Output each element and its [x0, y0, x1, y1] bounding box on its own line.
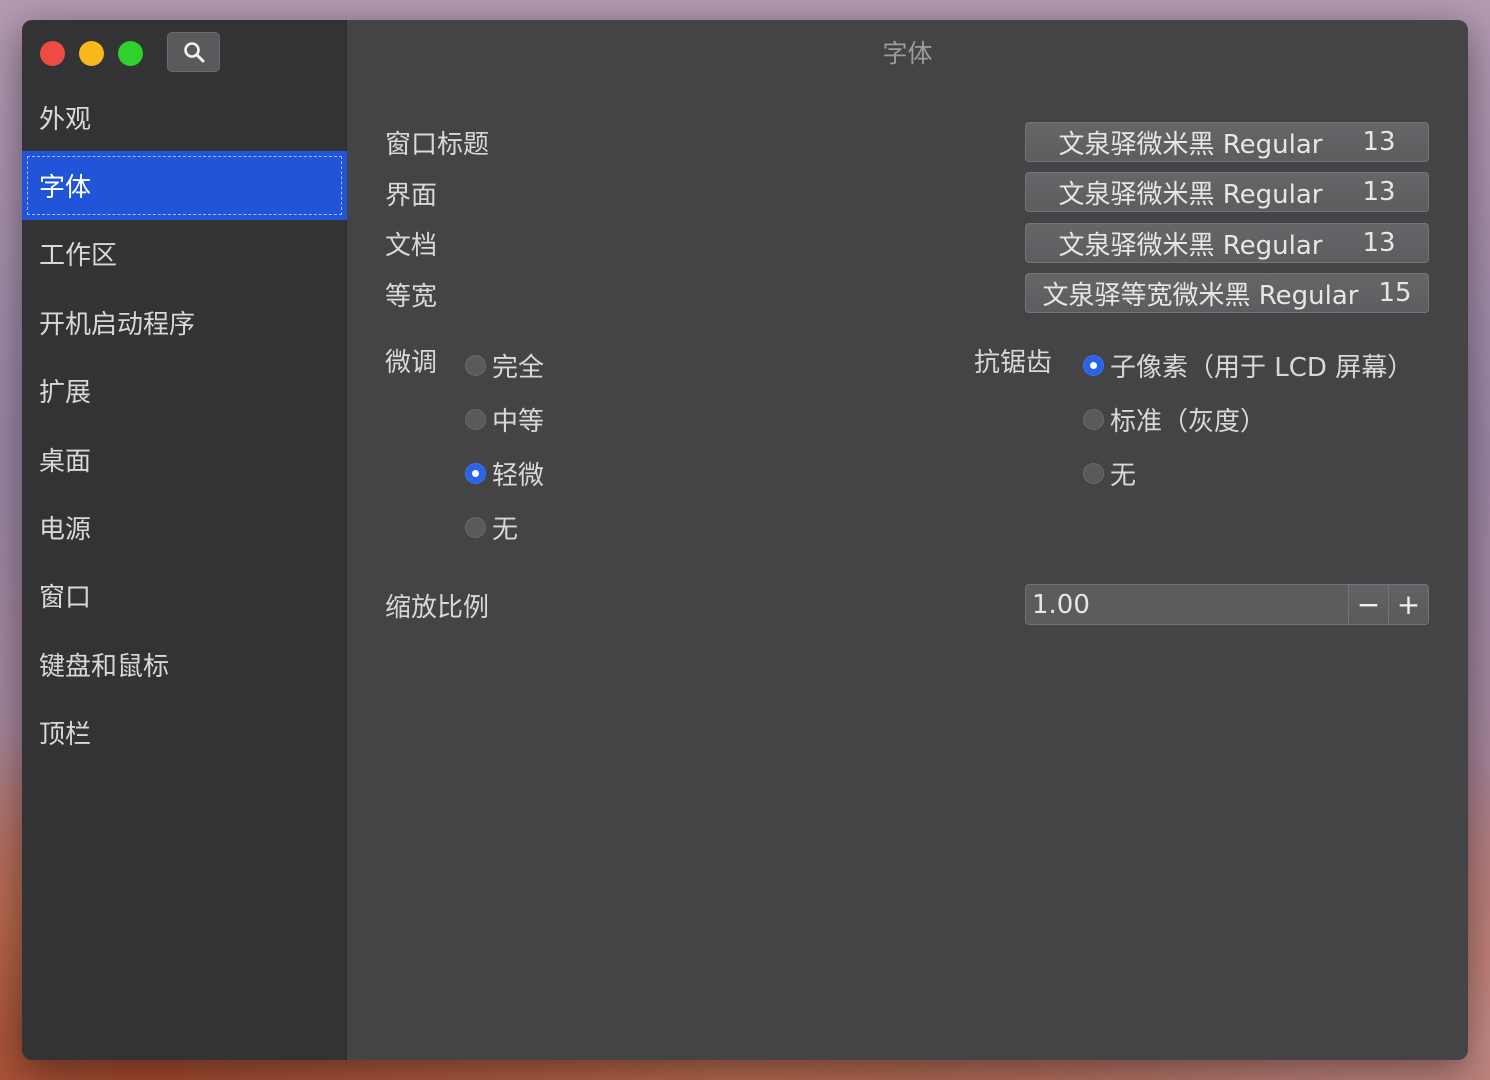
sidebar-item-top-bar[interactable]: 顶栏 [22, 699, 347, 767]
font-name: 文泉驿等宽微米黑 Regular [1042, 280, 1359, 311]
sidebar-item-power[interactable]: 电源 [22, 493, 347, 561]
close-button[interactable] [40, 41, 65, 66]
sidebar-item-label: 桌面 [39, 446, 92, 477]
sidebar: 外观 字体 工作区 开机启动程序 扩展 桌面 电源 窗口 键盘和鼠标 顶栏 [22, 20, 347, 1060]
font-name: 文泉驿微米黑 Regular [1058, 230, 1323, 261]
antialiasing-option-subpixel[interactable]: 子像素（用于 LCD 屏幕） [1083, 347, 1413, 384]
monospace-font-label: 等宽 [385, 282, 438, 312]
search-button[interactable] [167, 32, 220, 72]
radio-icon [1083, 409, 1104, 430]
sidebar-item-label: 外观 [39, 104, 92, 135]
hinting-option-full[interactable]: 完全 [465, 347, 544, 384]
radio-icon [1083, 463, 1104, 484]
font-size: 13 [1362, 127, 1396, 157]
radio-label: 轻微 [492, 461, 545, 491]
window-controls [40, 41, 143, 66]
window-title-font-label: 窗口标题 [385, 130, 490, 160]
decrement-button[interactable]: − [1348, 585, 1388, 624]
main-panel: 字体 窗口标题 文泉驿微米黑 Regular 13 界面 文泉驿微米黑 Regu… [347, 20, 1468, 1060]
radio-label: 无 [492, 515, 519, 545]
font-size: 15 [1378, 278, 1412, 308]
radio-selected-icon [465, 463, 486, 484]
scaling-factor-input[interactable]: 1.00 [1026, 585, 1348, 624]
antialiasing-label: 抗锯齿 [974, 348, 1053, 378]
radio-label: 标准（灰度） [1110, 407, 1267, 437]
search-icon [183, 42, 204, 63]
sidebar-item-label: 字体 [39, 173, 92, 204]
sidebar-item-workspaces[interactable]: 工作区 [22, 220, 347, 288]
sidebar-item-startup-applications[interactable]: 开机启动程序 [22, 288, 347, 356]
minimize-button[interactable] [79, 41, 104, 66]
monospace-font-button[interactable]: 文泉驿等宽微米黑 Regular 15 [1025, 273, 1429, 313]
font-size: 13 [1362, 177, 1396, 207]
hinting-option-none[interactable]: 无 [465, 509, 518, 546]
sidebar-item-label: 窗口 [39, 583, 92, 614]
radio-label: 中等 [492, 407, 545, 437]
scaling-factor-label: 缩放比例 [385, 593, 490, 623]
document-font-button[interactable]: 文泉驿微米黑 Regular 13 [1025, 223, 1429, 263]
tweaks-window: 外观 字体 工作区 开机启动程序 扩展 桌面 电源 窗口 键盘和鼠标 顶栏 字体… [22, 20, 1468, 1060]
sidebar-item-label: 开机启动程序 [39, 309, 196, 340]
radio-selected-icon [1083, 355, 1104, 376]
sidebar-item-keyboard-mouse[interactable]: 键盘和鼠标 [22, 630, 347, 698]
interface-font-label: 界面 [385, 181, 438, 211]
antialiasing-option-none[interactable]: 无 [1083, 455, 1136, 492]
scaling-factor-stepper: 1.00 − + [1025, 584, 1429, 625]
sidebar-item-label: 电源 [39, 515, 92, 546]
radio-label: 完全 [492, 353, 545, 383]
window-title-font-button[interactable]: 文泉驿微米黑 Regular 13 [1025, 122, 1429, 162]
sidebar-item-fonts[interactable]: 字体 [22, 151, 347, 220]
font-size: 13 [1362, 228, 1396, 258]
font-name: 文泉驿微米黑 Regular [1058, 129, 1323, 160]
font-name: 文泉驿微米黑 Regular [1058, 179, 1323, 210]
sidebar-item-extensions[interactable]: 扩展 [22, 357, 347, 425]
hinting-label: 微调 [385, 348, 438, 378]
sidebar-item-desktop[interactable]: 桌面 [22, 425, 347, 493]
sidebar-item-label: 顶栏 [39, 720, 92, 751]
maximize-button[interactable] [118, 41, 143, 66]
document-font-label: 文档 [385, 231, 438, 261]
increment-button[interactable]: + [1388, 585, 1428, 624]
radio-icon [465, 355, 486, 376]
antialiasing-option-standard[interactable]: 标准（灰度） [1083, 401, 1266, 438]
radio-icon [465, 409, 486, 430]
sidebar-item-label: 键盘和鼠标 [39, 651, 170, 682]
sidebar-item-appearance[interactable]: 外观 [22, 83, 347, 151]
interface-font-button[interactable]: 文泉驿微米黑 Regular 13 [1025, 172, 1429, 212]
sidebar-item-label: 扩展 [39, 378, 92, 409]
sidebar-item-label: 工作区 [39, 241, 118, 272]
hinting-option-slight[interactable]: 轻微 [465, 455, 544, 492]
radio-label: 子像素（用于 LCD 屏幕） [1110, 353, 1414, 383]
radio-icon [465, 517, 486, 538]
hinting-option-medium[interactable]: 中等 [465, 401, 544, 438]
page-title: 字体 [882, 39, 933, 68]
radio-label: 无 [1110, 461, 1137, 491]
sidebar-nav: 外观 字体 工作区 开机启动程序 扩展 桌面 电源 窗口 键盘和鼠标 顶栏 [22, 83, 347, 767]
sidebar-item-windows[interactable]: 窗口 [22, 562, 347, 630]
